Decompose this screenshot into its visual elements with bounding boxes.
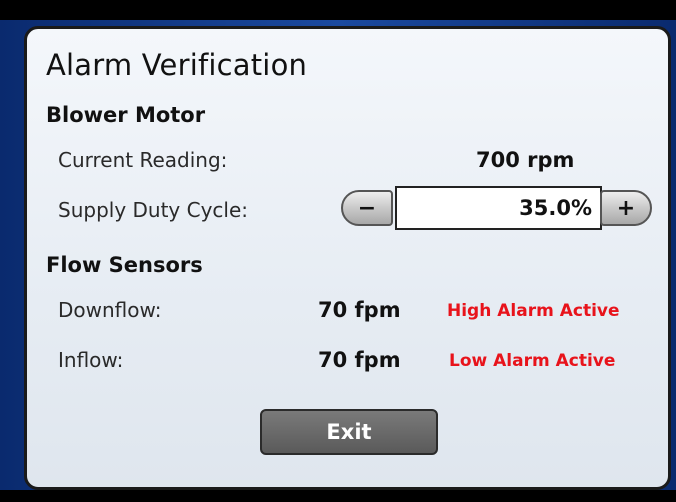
downflow-alarm-status: High Alarm Active bbox=[447, 301, 620, 321]
blower-motor-heading: Blower Motor bbox=[46, 103, 206, 127]
exit-button[interactable]: Exit bbox=[260, 409, 438, 455]
increment-button[interactable]: + bbox=[600, 190, 652, 226]
downflow-label: Downflow: bbox=[58, 298, 162, 322]
duty-cycle-field[interactable]: 35.0% bbox=[395, 186, 602, 230]
duty-cycle-stepper: − 35.0% + bbox=[341, 186, 652, 230]
inflow-value: 70 fpm bbox=[318, 348, 401, 372]
downflow-value: 70 fpm bbox=[318, 298, 401, 322]
current-reading-value: 700 rpm bbox=[476, 148, 575, 172]
inflow-alarm-status: Low Alarm Active bbox=[449, 351, 616, 371]
decrement-button[interactable]: − bbox=[341, 190, 393, 226]
page-title: Alarm Verification bbox=[46, 48, 308, 82]
inflow-label: Inflow: bbox=[58, 348, 124, 372]
current-reading-label: Current Reading: bbox=[58, 148, 228, 172]
frame-top-bar bbox=[0, 0, 676, 20]
frame-bottom-bar bbox=[0, 490, 676, 502]
supply-duty-cycle-label: Supply Duty Cycle: bbox=[58, 198, 249, 222]
flow-sensors-heading: Flow Sensors bbox=[46, 253, 203, 277]
